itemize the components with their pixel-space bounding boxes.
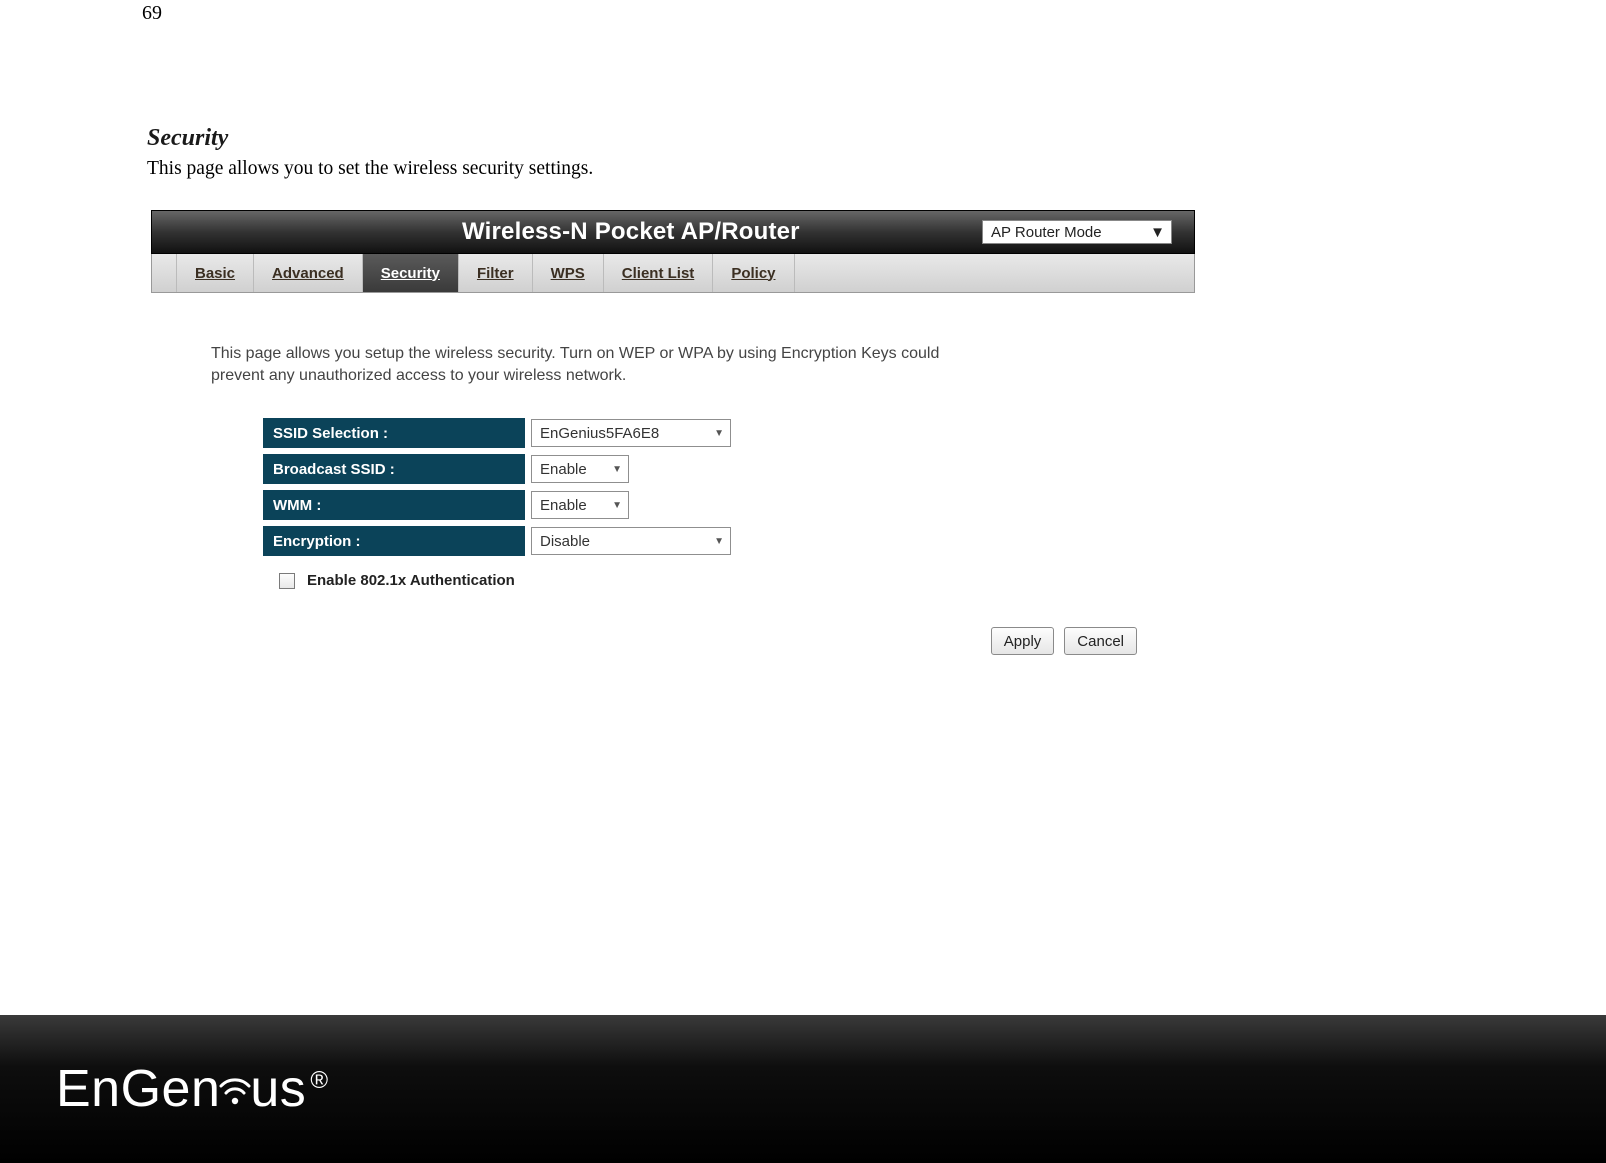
device-title: Wireless-N Pocket AP/Router [462,218,800,246]
chevron-down-icon: ▼ [612,464,622,475]
select-ssid-selection-value: EnGenius5FA6E8 [540,425,659,442]
select-ssid-selection[interactable]: EnGenius5FA6E8 ▼ [531,419,731,447]
cancel-button[interactable]: Cancel [1064,627,1137,655]
logo-text-post: us [250,1063,306,1115]
wifi-icon [218,1065,252,1109]
security-form: SSID Selection : EnGenius5FA6E8 ▼ Broadc… [263,418,1155,589]
router-admin-screenshot: Wireless-N Pocket AP/Router AP Router Mo… [151,210,1195,655]
tab-policy[interactable]: Policy [713,254,794,292]
mode-select[interactable]: AP Router Mode ▼ [982,220,1172,244]
row-wmm: WMM : Enable ▼ [263,490,1155,520]
section-heading: Security [147,125,228,152]
label-wmm: WMM : [263,490,525,520]
engenius-logo: EnGen us ® [56,1063,328,1115]
row-8021x: Enable 802.1x Authentication [279,572,1155,589]
select-wmm[interactable]: Enable ▼ [531,491,629,519]
select-broadcast-ssid[interactable]: Enable ▼ [531,455,629,483]
registered-icon: ® [310,1067,328,1095]
row-encryption: Encryption : Disable ▼ [263,526,1155,556]
page-description: This page allows you setup the wireless … [211,343,971,386]
chevron-down-icon: ▼ [1150,224,1165,241]
tab-basic[interactable]: Basic [177,254,254,292]
mode-select-value: AP Router Mode [991,224,1102,241]
select-encryption[interactable]: Disable ▼ [531,527,731,555]
tab-advanced[interactable]: Advanced [254,254,363,292]
select-encryption-value: Disable [540,533,590,550]
row-broadcast-ssid: Broadcast SSID : Enable ▼ [263,454,1155,484]
tab-wps[interactable]: WPS [533,254,604,292]
checkbox-8021x[interactable] [279,573,295,589]
section-subheading: This page allows you to set the wireless… [147,158,593,180]
tab-left-spacer [152,254,177,292]
tab-client-list[interactable]: Client List [604,254,714,292]
select-wmm-value: Enable [540,497,587,514]
tab-filter[interactable]: Filter [459,254,533,292]
page-footer: EnGen us ® [0,1015,1606,1163]
checkbox-8021x-label: Enable 802.1x Authentication [307,572,515,589]
chevron-down-icon: ▼ [714,428,724,439]
chevron-down-icon: ▼ [612,500,622,511]
row-ssid-selection: SSID Selection : EnGenius5FA6E8 ▼ [263,418,1155,448]
tab-security[interactable]: Security [363,254,459,292]
label-encryption: Encryption : [263,526,525,556]
page-number: 69 [142,2,162,25]
logo-text-pre: EnGen [56,1063,220,1115]
chevron-down-icon: ▼ [714,536,724,547]
select-broadcast-ssid-value: Enable [540,461,587,478]
label-broadcast-ssid: Broadcast SSID : [263,454,525,484]
tab-row: Basic Advanced Security Filter WPS Clien… [151,254,1195,293]
titlebar: Wireless-N Pocket AP/Router AP Router Mo… [151,210,1195,254]
label-ssid-selection: SSID Selection : [263,418,525,448]
apply-button[interactable]: Apply [991,627,1055,655]
